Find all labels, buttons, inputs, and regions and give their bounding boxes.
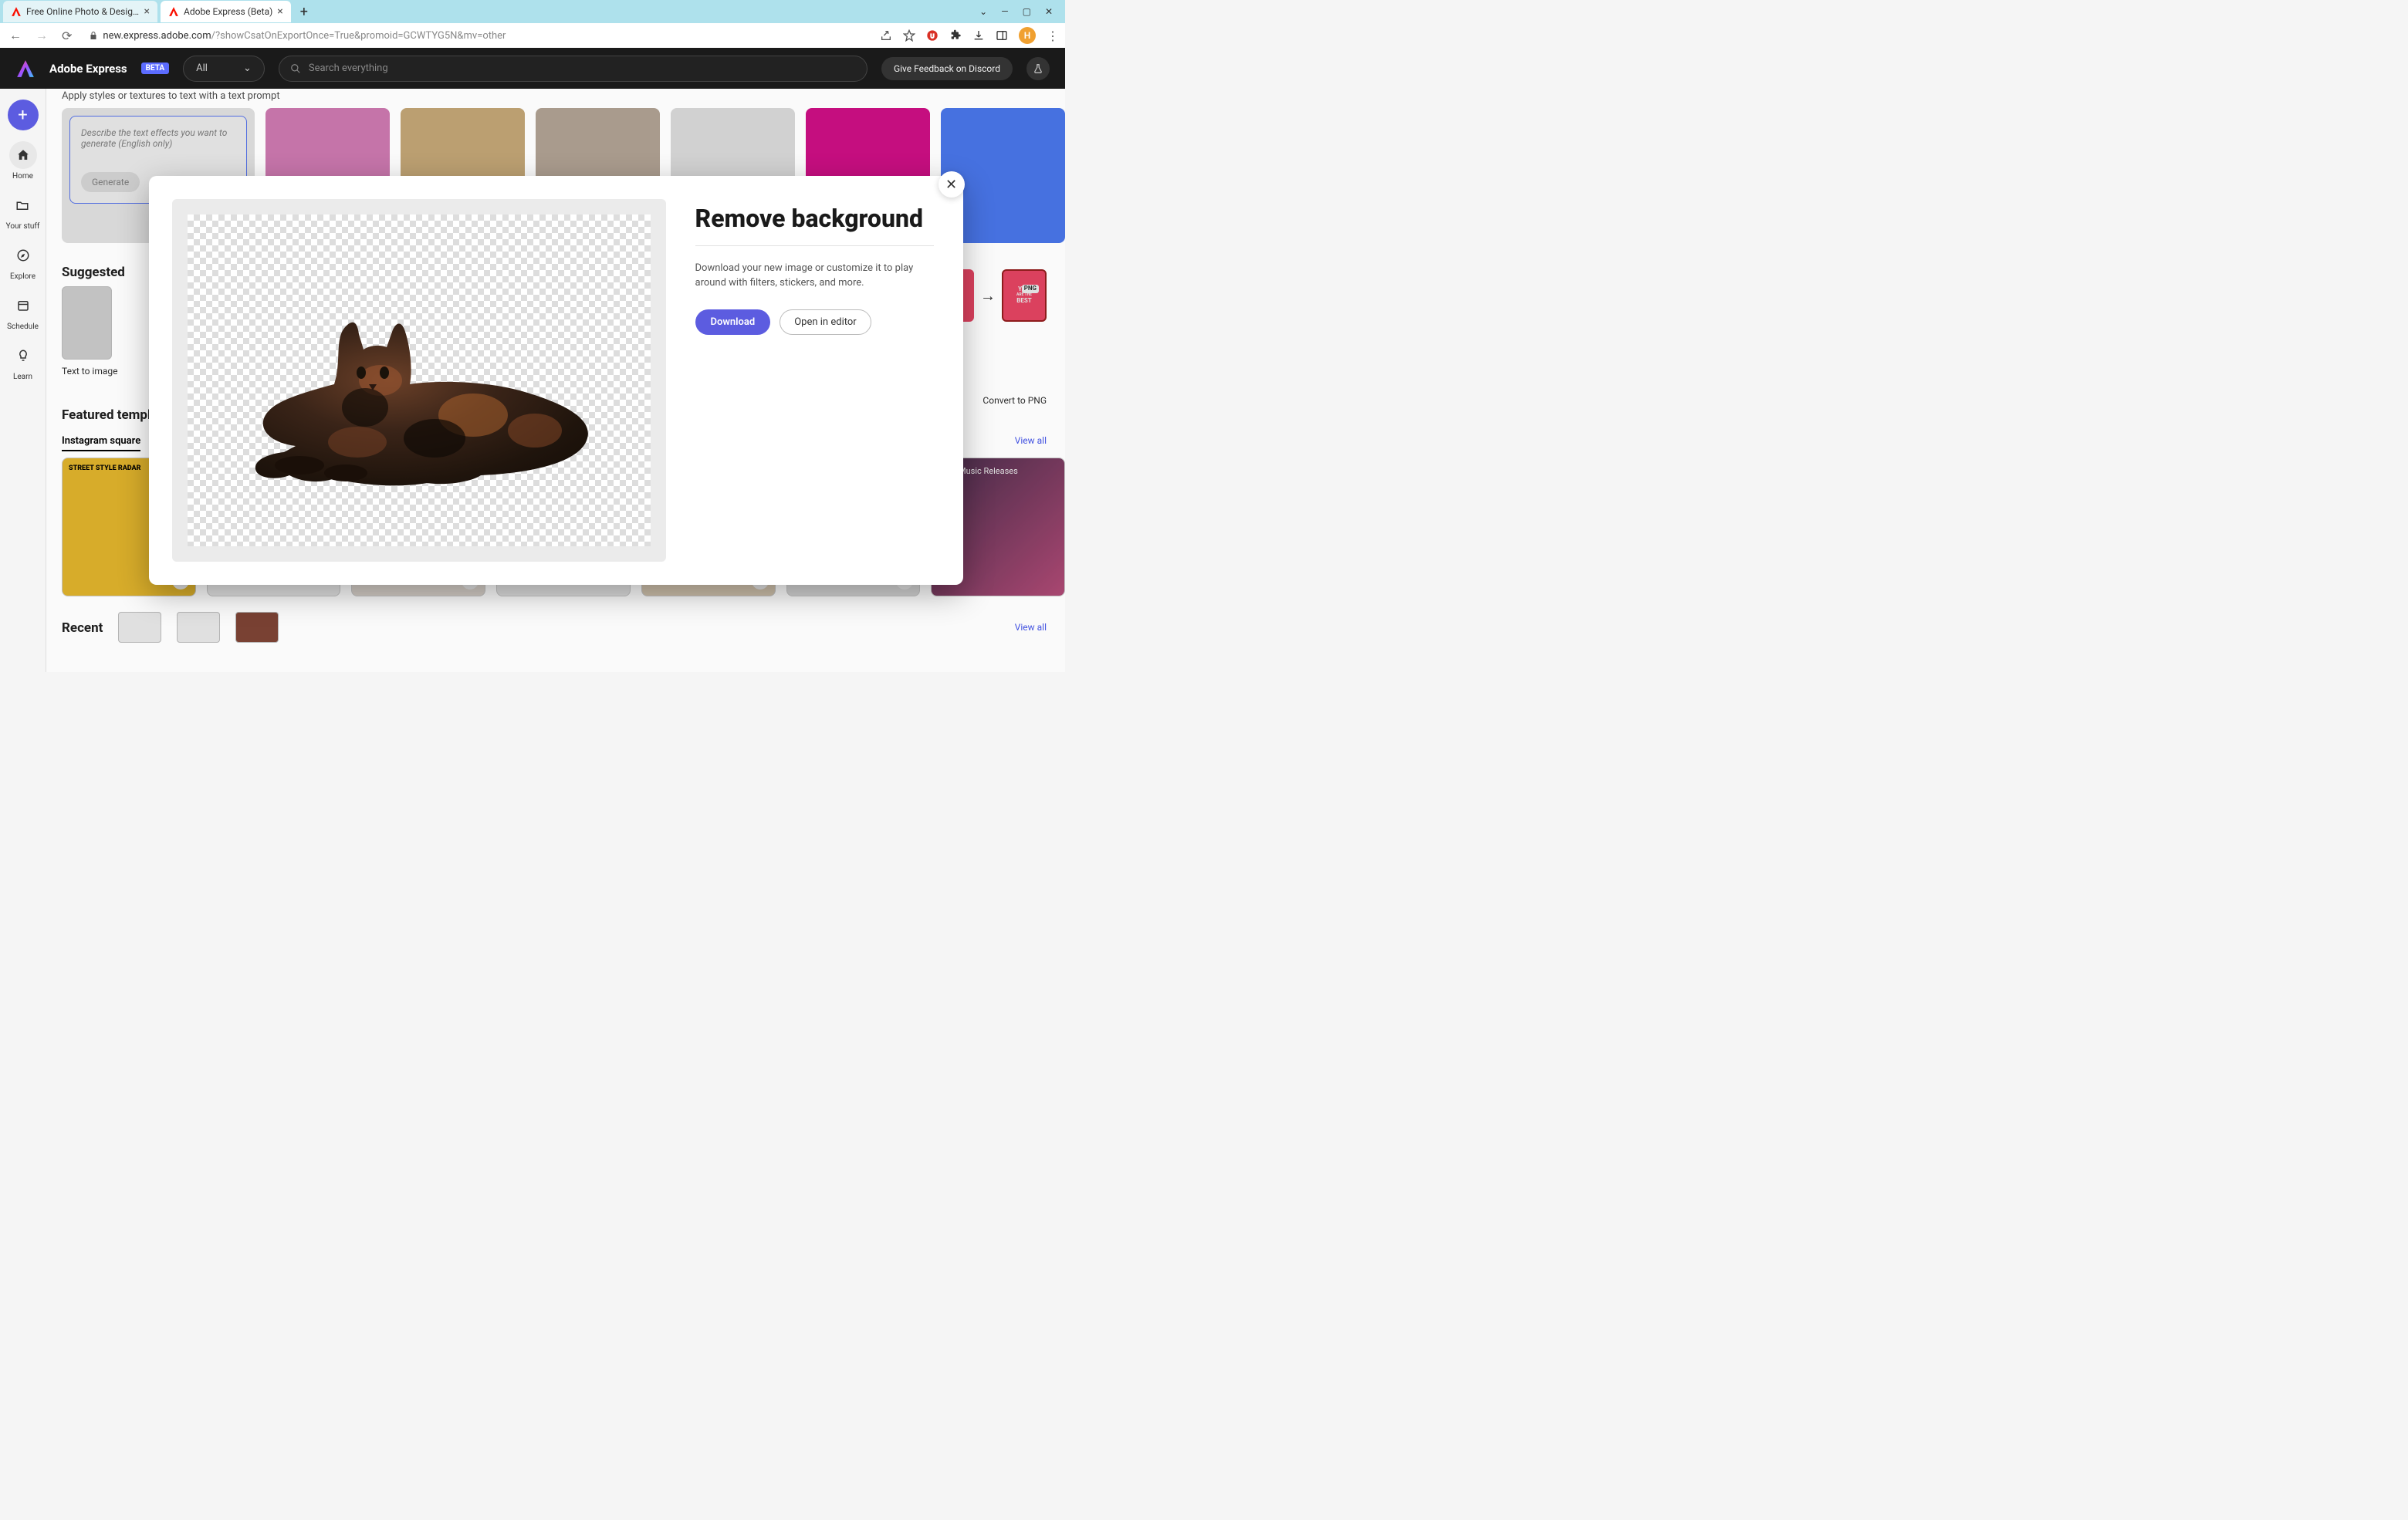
lightbulb-icon	[16, 349, 30, 363]
maximize-icon[interactable]: ▢	[1023, 6, 1031, 17]
tab-title: Adobe Express (Beta)	[184, 6, 272, 17]
close-modal-button[interactable]: ✕	[939, 171, 965, 198]
category-dropdown[interactable]: All ⌄	[183, 56, 265, 82]
divider	[695, 245, 934, 246]
sidebar-label: Explore	[10, 272, 36, 281]
app-name: Adobe Express	[49, 62, 127, 76]
browser-chrome: Free Online Photo & Design Tool × Adobe …	[0, 0, 1065, 48]
window-controls: ⌄ — ▢ ✕	[979, 6, 1062, 17]
search-box[interactable]: Search everything	[279, 56, 867, 82]
compass-icon	[16, 248, 30, 262]
home-icon	[16, 148, 30, 162]
sidebar-item-schedule[interactable]: Schedule	[7, 292, 39, 331]
sidebar-label: Schedule	[7, 323, 39, 331]
address-bar[interactable]: new.express.adobe.com/?showCsatOnExportO…	[83, 30, 872, 42]
transparency-checker	[188, 214, 651, 546]
main-area: + Home Your stuff Explore Schedule Learn…	[0, 89, 1065, 672]
app-header: Adobe Express BETA All ⌄ Search everythi…	[0, 48, 1065, 89]
adobe-express-logo[interactable]	[15, 59, 36, 79]
forward-button[interactable]: →	[32, 28, 51, 43]
folder-icon	[15, 198, 29, 212]
dropdown-label: All	[196, 62, 208, 74]
star-icon[interactable]	[903, 29, 915, 42]
modal-actions: Download Open in editor	[695, 309, 934, 335]
open-editor-button[interactable]: Open in editor	[780, 309, 871, 335]
share-icon[interactable]	[880, 29, 892, 42]
sidebar-label: Learn	[13, 373, 32, 381]
profile-avatar[interactable]: H	[1019, 27, 1036, 44]
feedback-button[interactable]: Give Feedback on Discord	[881, 57, 1013, 80]
adobe-favicon	[168, 6, 179, 17]
chevron-down-icon[interactable]: ⌄	[979, 6, 987, 17]
lock-icon	[89, 31, 98, 40]
beaker-icon	[1033, 63, 1043, 74]
sidebar: + Home Your stuff Explore Schedule Learn	[0, 89, 46, 672]
back-button[interactable]: ←	[6, 28, 25, 43]
cat-image	[242, 307, 597, 492]
beta-badge: BETA	[141, 62, 170, 74]
chevron-down-icon: ⌄	[243, 62, 252, 74]
sidebar-label: Home	[12, 172, 33, 181]
kebab-menu-icon[interactable]: ⋮	[1047, 29, 1059, 43]
modal-description: Download your new image or customize it …	[695, 262, 934, 291]
adobe-favicon	[11, 6, 22, 17]
modal-info: Remove background Download your new imag…	[695, 199, 934, 562]
url-text: new.express.adobe.com/?showCsatOnExportO…	[103, 30, 506, 42]
search-placeholder: Search everything	[309, 62, 388, 74]
minimize-icon[interactable]: —	[1001, 6, 1008, 17]
close-icon[interactable]: ×	[277, 5, 282, 18]
sidepanel-icon[interactable]	[996, 29, 1008, 42]
browser-actions: H ⋮	[880, 27, 1059, 44]
extensions-icon[interactable]	[949, 29, 962, 42]
new-tab-button[interactable]: +	[294, 4, 314, 20]
content-area: Apply styles or textures to text with a …	[46, 89, 1065, 672]
remove-bg-modal: ✕	[149, 176, 963, 585]
sidebar-item-learn[interactable]: Learn	[9, 342, 37, 381]
sidebar-item-home[interactable]: Home	[9, 141, 37, 181]
ublock-icon[interactable]	[926, 29, 939, 42]
close-window-icon[interactable]: ✕	[1045, 6, 1053, 17]
create-button[interactable]: +	[8, 100, 39, 130]
search-icon	[290, 63, 301, 74]
tab-bar: Free Online Photo & Design Tool × Adobe …	[0, 0, 1065, 23]
close-icon[interactable]: ×	[144, 5, 150, 18]
download-button[interactable]: Download	[695, 309, 771, 335]
browser-tab[interactable]: Free Online Photo & Design Tool ×	[3, 1, 157, 22]
modal-title: Remove background	[695, 204, 934, 233]
address-bar-row: ← → ⟳ new.express.adobe.com/?showCsatOnE…	[0, 23, 1065, 48]
calendar-icon	[16, 299, 30, 312]
browser-tab-active[interactable]: Adobe Express (Beta) ×	[161, 1, 291, 22]
beaker-button[interactable]	[1026, 57, 1050, 80]
sidebar-item-yourstuff[interactable]: Your stuff	[6, 191, 40, 231]
downloads-icon[interactable]	[972, 29, 985, 42]
reload-button[interactable]: ⟳	[59, 29, 75, 43]
preview-frame	[172, 199, 666, 562]
sidebar-item-explore[interactable]: Explore	[9, 242, 37, 281]
sidebar-label: Your stuff	[6, 222, 40, 231]
tab-title: Free Online Photo & Design Tool	[26, 6, 140, 17]
modal-overlay: ✕	[46, 89, 1065, 672]
